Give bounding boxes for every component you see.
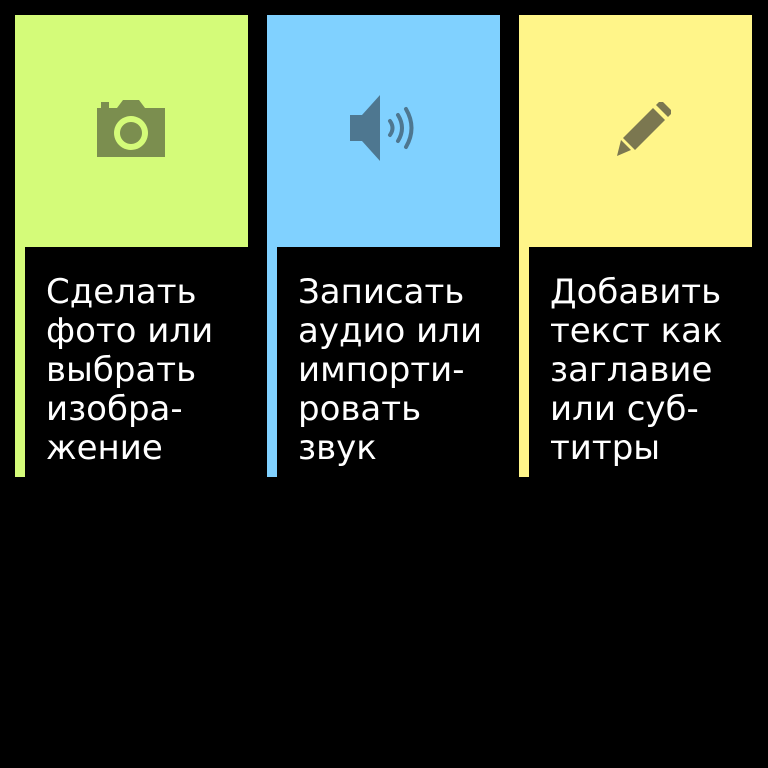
- pencil-icon: [617, 102, 671, 156]
- card-audio-label: Записать аудио или импорти- ровать звук: [298, 272, 483, 468]
- card-audio-accent-strip: [267, 247, 277, 477]
- camera-icon: [97, 100, 165, 157]
- card-photo[interactable]: Сделать фото или выбрать изобра- жение: [15, 15, 248, 477]
- card-photo-label-area[interactable]: Сделать фото или выбрать изобра- жение: [25, 247, 248, 477]
- card-text[interactable]: Добавить текст как заглавие или суб- тит…: [519, 15, 752, 477]
- speaker-icon: [350, 95, 414, 161]
- screen: { "colors": { "background": "#000000", "…: [0, 0, 768, 768]
- card-text-label-area[interactable]: Добавить текст как заглавие или суб- тит…: [529, 247, 752, 477]
- card-audio-label-area[interactable]: Записать аудио или импорти- ровать звук: [277, 247, 500, 477]
- card-photo-icon-area[interactable]: [15, 15, 248, 247]
- card-text-accent-strip: [519, 247, 529, 477]
- card-text-label: Добавить текст как заглавие или суб- тит…: [550, 272, 723, 468]
- card-audio[interactable]: Записать аудио или импорти- ровать звук: [267, 15, 500, 477]
- card-text-icon-area[interactable]: [519, 15, 752, 247]
- card-audio-icon-area[interactable]: [267, 15, 500, 247]
- card-photo-label: Сделать фото или выбрать изобра- жение: [46, 272, 214, 468]
- card-photo-accent-strip: [15, 247, 25, 477]
